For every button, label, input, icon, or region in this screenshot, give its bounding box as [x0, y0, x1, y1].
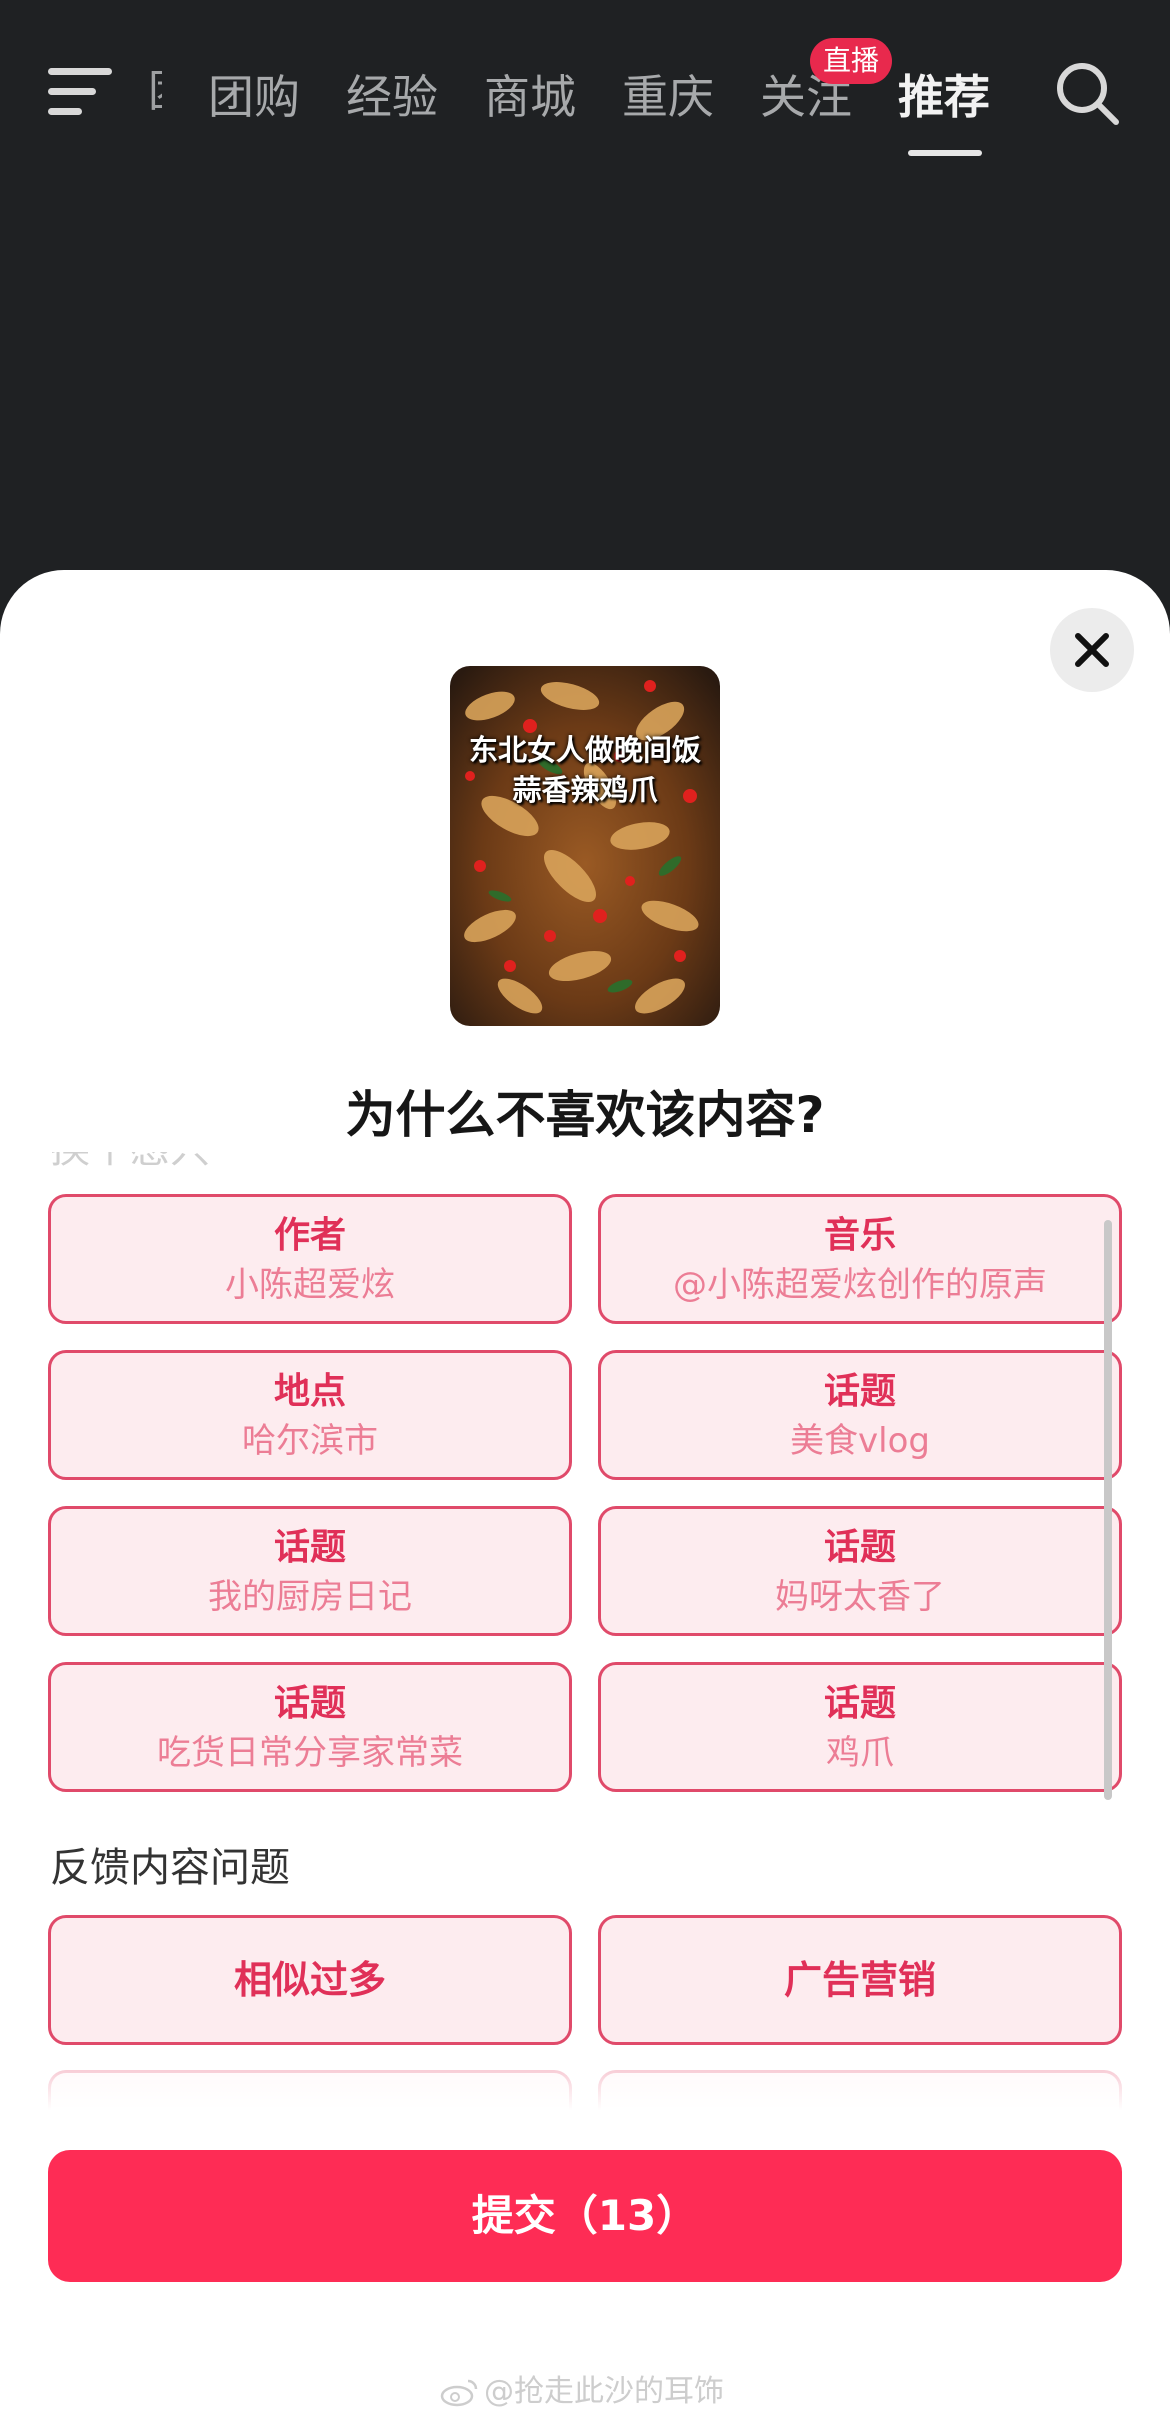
search-icon[interactable] — [1054, 60, 1120, 126]
active-tab-indicator — [908, 150, 982, 156]
sheet-title: 为什么不喜欢该内容? — [345, 1086, 825, 1144]
reason-chip-topic[interactable]: 话题 我的厨房日记 — [48, 1506, 572, 1636]
watermark-text: @抢走此沙的耳饰 — [484, 2374, 724, 2409]
thumbnail-caption-line2: 蒜香辣鸡爪 — [512, 773, 658, 807]
reason-chip-topic[interactable]: 话题 鸡爪 — [598, 1662, 1122, 1792]
reason-chip-title: 作者 — [273, 1215, 346, 1256]
weibo-icon — [440, 2379, 478, 2407]
reason-chip-title: 话题 — [273, 1527, 346, 1568]
scrollbar[interactable] — [1104, 1220, 1112, 1800]
feedback-chip-label: 相似过多 — [233, 1958, 386, 2002]
reason-chip-value: @小陈超爱炫创作的原声 — [673, 1265, 1047, 1305]
tab-recommended[interactable]: 推荐 — [898, 62, 990, 132]
reason-chip-topic[interactable]: 话题 妈呀太香了 — [598, 1506, 1122, 1636]
reason-chip-author[interactable]: 作者 小陈超爱炫 — [48, 1194, 572, 1324]
tab-mall[interactable]: 商城 — [484, 62, 576, 132]
menu-icon[interactable] — [48, 64, 112, 120]
section-label-clipped-text: 换个感兴 — [50, 1152, 350, 1172]
reason-chip-value: 哈尔滨市 — [242, 1421, 378, 1461]
watermark: @抢走此沙的耳饰 — [440, 2370, 724, 2414]
reason-chip-topic[interactable]: 话题 美食vlog — [598, 1350, 1122, 1480]
reason-chip-value: 吃货日常分享家常菜 — [157, 1733, 463, 1773]
submit-button[interactable]: 提交（13） — [48, 2150, 1122, 2282]
food-image — [450, 666, 720, 1026]
reason-chip-music[interactable]: 音乐 @小陈超爱炫创作的原声 — [598, 1194, 1122, 1324]
reason-chip-title: 地点 — [273, 1371, 346, 1412]
tab-cut-off[interactable]: 团 — [148, 70, 162, 114]
live-badge[interactable]: 直播 — [810, 38, 892, 84]
reason-chip-topic[interactable]: 话题 吃货日常分享家常菜 — [48, 1662, 572, 1792]
close-button[interactable] — [1050, 608, 1134, 692]
scroll-fade — [0, 2050, 1170, 2110]
reason-chip-value: 美食vlog — [790, 1421, 930, 1461]
reason-chip-value: 我的厨房日记 — [208, 1577, 412, 1617]
reason-chip-location[interactable]: 地点 哈尔滨市 — [48, 1350, 572, 1480]
tab-experience[interactable]: 经验 — [346, 62, 438, 132]
thumbnail-caption-line1: 东北女人做晚间饭 — [468, 733, 701, 767]
reason-chip-value: 小陈超爱炫 — [225, 1265, 395, 1305]
dislike-feedback-sheet: 东北女人做晚间饭 蒜香辣鸡爪 为什么不喜欢该内容? 换个感兴 作者 小陈超爱炫 … — [0, 570, 1170, 2419]
reason-chip-title: 话题 — [823, 1683, 896, 1724]
feedback-chip-label: 广告营销 — [783, 1958, 936, 2002]
feedback-chip-ads[interactable]: 广告营销 — [598, 1915, 1122, 2045]
reason-chip-title: 话题 — [823, 1527, 896, 1568]
feedback-section-label: 反馈内容问题 — [50, 1845, 290, 1891]
close-icon — [1075, 633, 1109, 667]
reason-chip-title: 话题 — [273, 1683, 346, 1724]
reason-chip-title: 音乐 — [823, 1215, 896, 1256]
reason-chip-title: 话题 — [823, 1371, 896, 1412]
reason-chip-value: 鸡爪 — [826, 1733, 894, 1773]
video-thumbnail: 东北女人做晚间饭 蒜香辣鸡爪 — [450, 666, 720, 1026]
feedback-chip-similar[interactable]: 相似过多 — [48, 1915, 572, 2045]
top-nav-bar: 团 团购 经验 商城 重庆 关注 推荐 直播 — [0, 0, 1170, 170]
section-label-clipped: 换个感兴 — [50, 1152, 350, 1172]
thumbnail-caption: 东北女人做晚间饭 蒜香辣鸡爪 — [450, 730, 720, 810]
tab-group-buy[interactable]: 团购 — [208, 62, 300, 132]
reason-chip-value: 妈呀太香了 — [775, 1577, 945, 1617]
tab-chongqing[interactable]: 重庆 — [622, 62, 714, 132]
